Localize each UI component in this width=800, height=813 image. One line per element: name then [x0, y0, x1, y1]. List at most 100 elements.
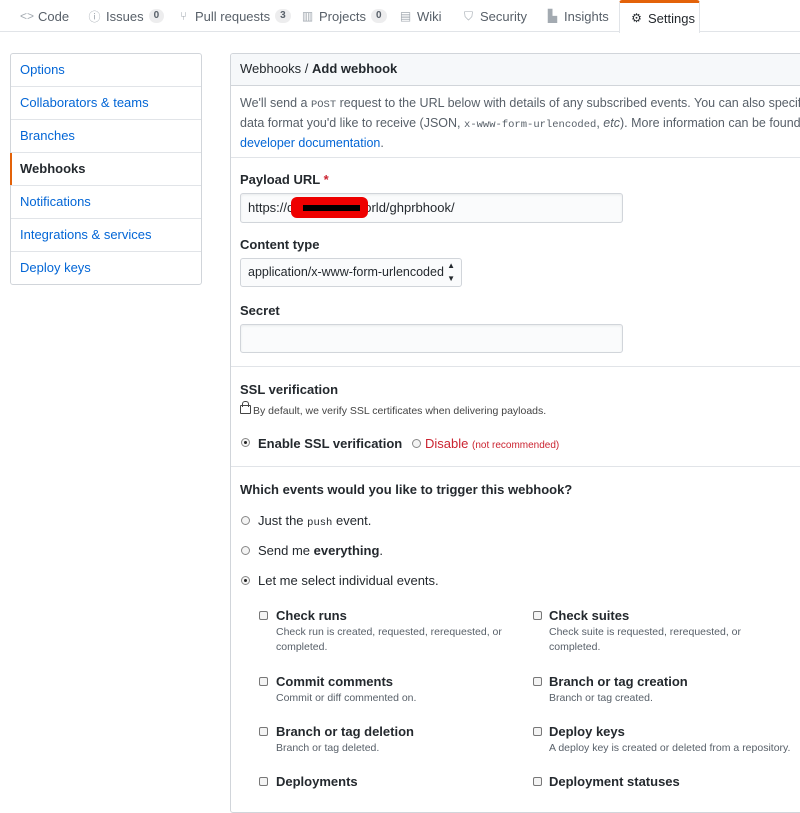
deployments-checkbox[interactable] [259, 777, 268, 786]
branch-tag-deletion-title[interactable]: Branch or tag deletion [276, 724, 414, 739]
menu-item-notifications[interactable]: Notifications [11, 186, 201, 219]
everything-radio[interactable] [241, 546, 250, 555]
disable-ssl-label-text: Disable [425, 436, 469, 451]
menu-item-integrations[interactable]: Integrations & services [11, 219, 201, 252]
select-events-label[interactable]: Let me select individual events. [258, 573, 439, 588]
intro-text-1: We'll send a [240, 96, 311, 110]
tab-issues-label: Issues [106, 8, 144, 24]
tab-code-label: Code [38, 8, 70, 24]
check-suites-checkbox[interactable] [533, 611, 542, 620]
tab-pull-requests-label: Pull requests [195, 8, 271, 24]
intro-text-end: . [380, 136, 384, 150]
branch-tag-deletion-desc: Branch or tag deleted. [276, 742, 380, 754]
check-runs-checkbox[interactable] [259, 611, 268, 620]
branch-tag-deletion-checkbox[interactable] [259, 727, 268, 736]
content-type-select[interactable]: application/x-www-form-urlencoded ▲ ▼ [240, 258, 462, 287]
intro-text-etc: etc [603, 116, 620, 130]
events-question: Which events would you like to trigger t… [240, 482, 573, 497]
page-title: Add webhook [312, 61, 398, 76]
issue-icon: ⓘ [88, 9, 101, 24]
push-only-radio[interactable] [241, 516, 250, 525]
everything-text-bold: everything [313, 543, 380, 558]
book-icon: ▤ [399, 9, 412, 23]
menu-item-collaborators[interactable]: Collaborators & teams [11, 87, 201, 120]
secret-label: Secret [240, 303, 280, 318]
tab-issues[interactable]: ⓘ Issues 0 [88, 0, 165, 32]
select-arrows-icon: ▲ ▼ [447, 261, 455, 283]
everything-label[interactable]: Send me everything. [258, 543, 383, 558]
divider [231, 466, 800, 467]
intro-text-5: ). More information can be found in [619, 116, 800, 130]
tab-insights-label: Insights [564, 8, 609, 24]
tab-settings-label: Settings [648, 10, 695, 26]
deployments-title[interactable]: Deployments [276, 774, 358, 789]
intro-code-post: POST [310, 99, 337, 111]
payload-url-label-text: Payload URL [240, 172, 320, 187]
tab-wiki[interactable]: ▤ Wiki [399, 0, 442, 32]
select-events-radio[interactable] [241, 576, 250, 585]
check-runs-title[interactable]: Check runs [276, 608, 347, 623]
content-type-value: application/x-www-form-urlencoded [248, 265, 444, 279]
payload-url-input[interactable]: https://d orld/ghprbhook/ [240, 193, 623, 223]
disable-ssl-radio[interactable] [412, 439, 421, 448]
tab-code[interactable]: <> Code [20, 0, 69, 32]
intro-text-2: request to the URL below with details of… [336, 96, 800, 110]
content-type-label: Content type [240, 237, 320, 252]
breadcrumb: Webhooks / Add webhook [231, 54, 800, 86]
code-icon: <> [20, 9, 35, 23]
tab-projects[interactable]: ▥ Projects 0 [301, 0, 387, 32]
push-only-label[interactable]: Just the push event. [258, 513, 371, 529]
everything-text-end: . [379, 543, 384, 558]
everything-text-1: Send me [258, 543, 314, 558]
enable-ssl-label[interactable]: Enable SSL verification [258, 436, 402, 451]
tab-security[interactable]: ⛉ Security [462, 0, 527, 32]
deployment-statuses-checkbox[interactable] [533, 777, 542, 786]
intro-text-3: data format you'd like to receive (JSON, [240, 116, 465, 130]
push-code: push [307, 517, 333, 529]
commit-comments-checkbox[interactable] [259, 677, 268, 686]
developer-documentation-link[interactable]: developer documentation [240, 136, 380, 150]
tab-settings[interactable]: ⚙ Settings [619, 0, 700, 33]
settings-menu: Options Collaborators & teams Branches W… [10, 53, 202, 285]
deploy-keys-title[interactable]: Deploy keys [549, 724, 625, 739]
payload-url-label: Payload URL * [240, 172, 329, 187]
divider [231, 366, 800, 367]
check-runs-desc: Check run is created, requested, rereque… [276, 626, 502, 653]
menu-item-deploy-keys[interactable]: Deploy keys [11, 252, 201, 284]
graph-icon: ▙ [547, 9, 558, 23]
deployment-statuses-title[interactable]: Deployment statuses [549, 774, 680, 789]
tab-wiki-label: Wiki [417, 8, 442, 24]
lock-icon [240, 401, 251, 414]
deploy-keys-checkbox[interactable] [533, 727, 542, 736]
project-icon: ▥ [301, 9, 314, 23]
menu-item-options[interactable]: Options [11, 54, 201, 87]
breadcrumb-webhooks[interactable]: Webhooks [240, 61, 301, 76]
projects-count: 0 [370, 9, 387, 23]
divider [231, 157, 800, 158]
menu-item-branches[interactable]: Branches [11, 120, 201, 153]
commit-comments-title[interactable]: Commit comments [276, 674, 393, 689]
check-suites-desc: Check suite is requested, rerequested, o… [549, 626, 742, 653]
add-webhook-form: Webhooks / Add webhook We'll send a POST… [230, 53, 800, 813]
intro-text: We'll send a POST request to the URL bel… [240, 94, 800, 152]
enable-ssl-radio[interactable] [241, 438, 250, 447]
push-only-text-2: event. [332, 513, 372, 528]
tab-insights[interactable]: ▙ Insights [546, 0, 609, 32]
disable-ssl-label[interactable]: Disable (not recommended) [425, 436, 559, 451]
branch-tag-creation-checkbox[interactable] [533, 677, 542, 686]
disable-ssl-note: (not recommended) [471, 440, 560, 451]
branch-tag-creation-desc: Branch or tag created. [549, 692, 653, 704]
menu-item-webhooks[interactable]: Webhooks [10, 153, 201, 186]
deploy-keys-desc: A deploy key is created or deleted from … [549, 742, 791, 754]
check-suites-title[interactable]: Check suites [549, 608, 629, 623]
secret-input[interactable] [240, 324, 623, 353]
ssl-note: By default, we verify SSL certificates w… [240, 401, 547, 417]
repo-nav: <> Code ⓘ Issues 0 ⑂ Pull requests 3 ▥ P… [0, 0, 800, 33]
ssl-heading: SSL verification [240, 382, 339, 397]
pull-request-icon: ⑂ [179, 9, 188, 23]
branch-tag-creation-title[interactable]: Branch or tag creation [549, 674, 688, 689]
ssl-note-text: By default, we verify SSL certificates w… [253, 405, 547, 417]
tab-pull-requests[interactable]: ⑂ Pull requests 3 [177, 0, 291, 32]
shield-icon: ⛉ [463, 8, 473, 23]
tab-security-label: Security [480, 8, 527, 24]
